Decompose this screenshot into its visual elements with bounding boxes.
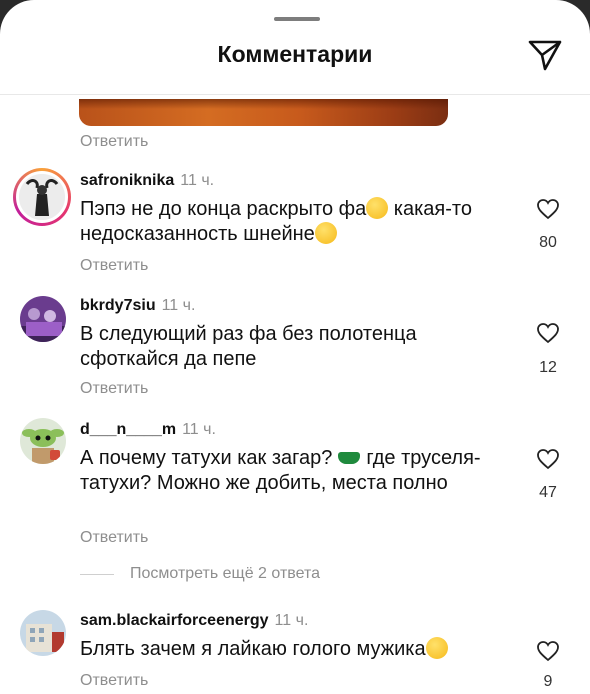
divider-line [80, 573, 114, 575]
comment-image[interactable] [79, 99, 448, 126]
heart-icon[interactable] [536, 198, 560, 220]
rolling-eyes-emoji-icon [314, 222, 337, 244]
heart-icon[interactable] [536, 322, 560, 344]
comments-sheet: Комментарии Ответить safroniknika 11 ч. П… [0, 0, 590, 694]
heart-icon[interactable] [536, 640, 560, 662]
comment-text: Блять зачем я лайкаю голого мужика [80, 637, 500, 662]
avatar[interactable] [20, 418, 66, 464]
comment-time: 11 ч. [161, 297, 196, 314]
like-count: 47 [539, 484, 557, 501]
like-count: 80 [539, 234, 557, 251]
comment-username[interactable]: bkrdy7siu 11 ч. [80, 297, 195, 315]
view-more-replies-label: Посмотреть ещё 2 ответа [130, 565, 321, 582]
comment-username[interactable]: safroniknika 11 ч. [80, 172, 214, 190]
like-count: 9 [543, 673, 553, 690]
reply-button[interactable]: Ответить [80, 380, 148, 398]
drag-handle[interactable] [274, 17, 320, 21]
rofl-emoji-icon [425, 637, 448, 659]
heart-icon[interactable] [536, 448, 560, 470]
view-more-replies-button[interactable]: Посмотреть ещё 2 ответа [80, 565, 320, 583]
comment-time: 11 ч. [180, 172, 215, 189]
reply-button[interactable]: Ответить [80, 529, 148, 547]
comment-text: В следующий раз фа без полотенца сфоткай… [80, 323, 417, 370]
reply-button[interactable]: Ответить [80, 257, 148, 275]
reply-button[interactable]: Ответить [80, 672, 148, 690]
like-count: 12 [539, 359, 557, 376]
avatar[interactable] [13, 168, 71, 226]
send-icon[interactable] [527, 38, 563, 72]
page-title: Комментарии [217, 41, 373, 67]
comment-time: 11 ч. [274, 612, 309, 629]
header-divider [0, 94, 590, 95]
comment-username[interactable]: sam.blackairforceenergy 11 ч. [80, 612, 308, 630]
briefs-emoji-icon [338, 452, 361, 464]
avatar[interactable] [20, 296, 66, 342]
comment-time: 11 ч. [182, 421, 216, 438]
comment-username[interactable]: d___n____m 11 ч. [80, 421, 216, 439]
thinking-emoji-icon [366, 197, 389, 219]
comment-text: А почему татухи как загар? где труселя- т… [80, 447, 481, 494]
avatar[interactable] [20, 610, 66, 656]
comment-text: Пэпэ не до конца раскрыто фа какая-то не… [80, 197, 472, 245]
reply-button[interactable]: Ответить [80, 133, 148, 151]
